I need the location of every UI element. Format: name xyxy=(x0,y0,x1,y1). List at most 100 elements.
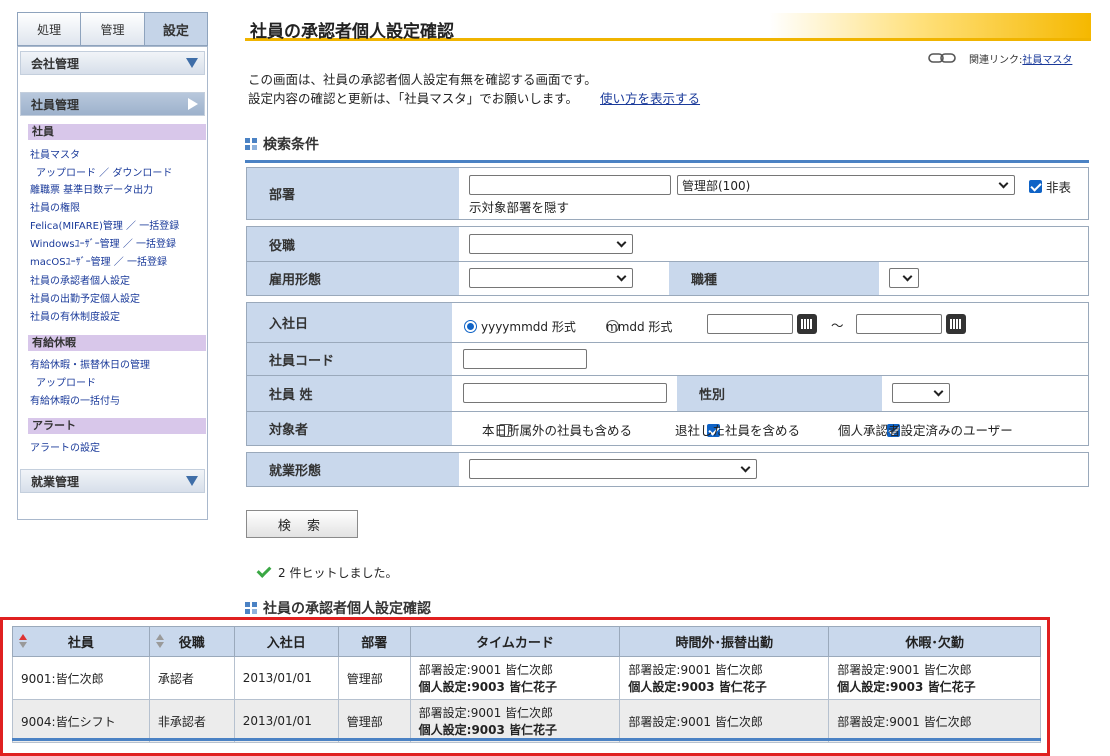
sidebar-link-upload-download[interactable]: アップロード ／ ダウンロード xyxy=(36,164,172,179)
sidebar-link-attendance-plan[interactable]: 社員の出勤予定個人設定 xyxy=(30,290,140,305)
sort-asc-icon[interactable] xyxy=(155,634,164,640)
sort-desc-icon[interactable] xyxy=(155,642,164,648)
sidebar-link-employee-master[interactable]: 社員マスタ xyxy=(30,146,80,161)
join-date-to-input[interactable] xyxy=(856,314,942,334)
section-grid-icon xyxy=(245,602,257,614)
sidebar-link-windows-users[interactable]: Windowsﾕｰｻﾞｰ管理 ／ 一括登録 xyxy=(30,235,176,250)
sidebar-link-paid-leave-system[interactable]: 社員の有休制度設定 xyxy=(30,308,120,323)
sidebar-work-label: 就業管理 xyxy=(31,474,80,489)
job-type-select[interactable] xyxy=(889,268,919,288)
search-button[interactable]: 検 索 xyxy=(246,510,358,538)
cell-leave: 部署設定:9001 皆仁次郎 個人設定:9003 皆仁花子 xyxy=(828,656,1041,700)
job-type-label: 職種 xyxy=(669,262,879,295)
check-icon xyxy=(256,563,272,578)
show-usage-link[interactable]: 使い方を表示する xyxy=(600,91,700,106)
hit-message: 2 件ヒットしました。 xyxy=(256,563,398,581)
hide-dept-label-b: 示対象部署を隠す xyxy=(469,200,570,215)
category-paid-leave: 有給休暇 xyxy=(28,335,206,351)
include-retired-label: 退社した社員を含める xyxy=(675,423,801,438)
cell-overtime: 部署設定:9001 皆仁次郎 xyxy=(619,699,830,743)
main-tabs: 処理 管理 設定 xyxy=(17,12,208,46)
col-join-date: 入社日 xyxy=(233,626,339,657)
work-style-select[interactable] xyxy=(469,459,757,479)
work-style-block: 就業形態 xyxy=(246,452,1089,487)
hide-dept-label-a: 非表 xyxy=(1046,180,1072,195)
last-name-input[interactable] xyxy=(463,383,667,403)
join-date-from-input[interactable] xyxy=(707,314,793,334)
col-post[interactable]: 役職 xyxy=(148,626,235,657)
employment-type-label: 雇用形態 xyxy=(247,262,459,295)
tab-settings[interactable]: 設定 xyxy=(143,12,208,46)
related-link-employee-master[interactable]: 社員マスタ xyxy=(1022,55,1072,66)
sidebar-work-accordion[interactable]: 就業管理 xyxy=(20,469,205,493)
link-chain-icon xyxy=(928,53,956,63)
cell-join-date: 2013/01/01 xyxy=(233,656,339,700)
work-style-label: 就業形態 xyxy=(247,453,459,486)
col-dept: 部署 xyxy=(337,626,411,657)
approver-set-label: 個人承認者設定済みのユーザー xyxy=(838,423,1013,438)
dept-label: 部署 xyxy=(247,168,459,219)
employee-code-input[interactable] xyxy=(463,349,587,369)
tab-process[interactable]: 処理 xyxy=(17,12,81,46)
cell-timecard: 部署設定:9001 皆仁次郎 個人設定:9003 皆仁花子 xyxy=(409,699,621,743)
sidebar-link-alert-settings[interactable]: アラートの設定 xyxy=(30,439,100,454)
sidebar-link-approver-settings[interactable]: 社員の承認者個人設定 xyxy=(30,272,130,287)
sidebar-link-separation[interactable]: 離職票 基準日数データ出力 xyxy=(30,181,153,196)
post-select[interactable] xyxy=(469,234,633,254)
sidebar-employee-label: 社員管理 xyxy=(31,97,80,112)
gender-label: 性別 xyxy=(677,376,882,411)
related-links-label: 関連リンク: xyxy=(969,55,1023,66)
category-employee: 社員 xyxy=(28,124,206,140)
description-line-1: この画面は、社員の承認者個人設定有無を確認する画面です。 xyxy=(248,72,597,87)
cell-employee: 9001:皆仁次郎 xyxy=(12,656,150,700)
search-section-divider xyxy=(245,160,1089,163)
sort-asc-icon[interactable] xyxy=(19,634,27,640)
sidebar-link-felica[interactable]: Felica(MIFARE)管理 ／ 一括登録 xyxy=(30,217,179,232)
chevron-down-icon xyxy=(902,271,913,281)
include-outside-label: 本日所属外の社員も含める xyxy=(482,423,633,438)
result-table-bottom-line xyxy=(12,738,1041,741)
detail-block: 入社日 yyyymmdd 形式 mmdd 形式 ～ 社員コード 社員 姓 性別 … xyxy=(246,302,1089,446)
section-grid-icon xyxy=(245,138,257,150)
sidebar-link-leave-upload[interactable]: アップロード xyxy=(36,374,96,389)
hide-dept-checkbox[interactable] xyxy=(1029,180,1042,193)
chevron-down-icon xyxy=(616,237,627,247)
result-section-title: 社員の承認者個人設定確認 xyxy=(245,598,431,618)
tab-manage[interactable]: 管理 xyxy=(80,12,144,46)
date-range-tilde: ～ xyxy=(831,318,844,333)
related-links: 関連リンク:社員マスタ xyxy=(969,51,1072,66)
sidebar-company-accordion[interactable]: 会社管理 xyxy=(20,51,205,75)
employee-code-label: 社員コード xyxy=(247,343,452,375)
sidebar-link-leave-bulk-grant[interactable]: 有給休暇の一括付与 xyxy=(30,392,120,407)
cell-overtime: 部署設定:9001 皆仁次郎 個人設定:9003 皆仁花子 xyxy=(619,656,830,700)
gender-select[interactable] xyxy=(892,383,950,403)
sort-desc-icon[interactable] xyxy=(19,642,27,648)
sidebar-link-leave-management[interactable]: 有給休暇・振替休日の管理 xyxy=(30,356,150,371)
col-employee[interactable]: 社員 xyxy=(12,626,150,657)
calendar-icon[interactable] xyxy=(946,314,966,334)
format-mmdd-label: mmdd 形式 xyxy=(606,320,673,334)
cell-post: 承認者 xyxy=(148,656,235,700)
format-yyyymmdd-radio[interactable] xyxy=(464,320,477,333)
chevron-right-icon xyxy=(188,98,198,110)
table-row: 9004:皆仁シフト 非承認者 2013/01/01 管理部 部署設定:9001… xyxy=(12,699,1041,743)
page-title: 社員の承認者個人設定確認 xyxy=(250,22,454,42)
cell-join-date: 2013/01/01 xyxy=(233,699,339,743)
post-block: 役職 雇用形態 職種 xyxy=(246,226,1089,296)
dept-select[interactable]: 管理部(100) xyxy=(677,175,1015,195)
sidebar-company-label: 会社管理 xyxy=(31,56,80,71)
result-table: 社員 役職 入社日 部署 タイムカード 時間外･振替出勤 休暇･欠勤 9001:… xyxy=(12,626,1041,743)
result-header-row: 社員 役職 入社日 部署 タイムカード 時間外･振替出勤 休暇･欠勤 xyxy=(12,626,1041,657)
sidebar-link-permissions[interactable]: 社員の権限 xyxy=(30,199,80,214)
chevron-down-icon xyxy=(998,178,1009,188)
calendar-icon[interactable] xyxy=(797,314,817,334)
employment-type-select[interactable] xyxy=(469,268,633,288)
page-description: この画面は、社員の承認者個人設定有無を確認する画面です。 設定内容の確認と更新は… xyxy=(248,70,700,108)
chevron-down-icon xyxy=(740,462,751,472)
sidebar-employee-accordion[interactable]: 社員管理 xyxy=(20,92,205,116)
dept-code-input[interactable] xyxy=(469,175,671,195)
sidebar-link-macos-users[interactable]: macOSﾕｰｻﾞｰ管理 ／ 一括登録 xyxy=(30,253,167,268)
hit-count-text: 2 件ヒットしました。 xyxy=(278,566,398,580)
chevron-down-icon xyxy=(186,476,198,486)
col-timecard: タイムカード xyxy=(409,626,621,657)
